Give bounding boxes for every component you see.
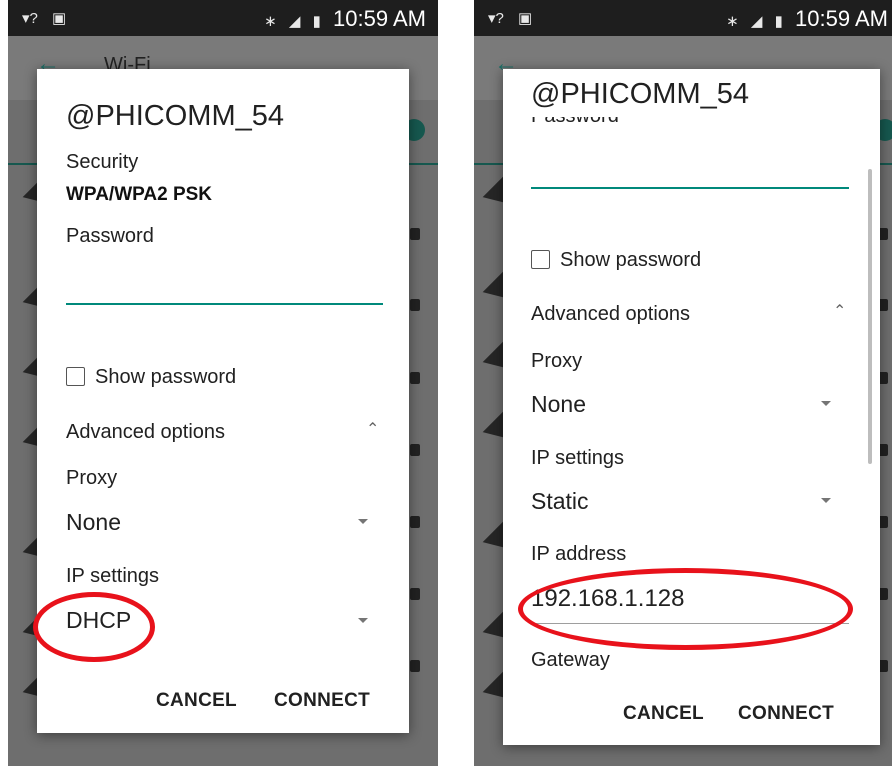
lock-icon [410, 372, 420, 384]
lock-icon [410, 516, 420, 528]
dropdown-caret-icon[interactable] [821, 498, 831, 503]
ip-address-label: IP address [531, 543, 627, 565]
connect-button[interactable]: CONNECT [738, 703, 834, 725]
password-input[interactable] [531, 145, 849, 179]
lock-icon [410, 299, 420, 311]
password-input[interactable] [66, 265, 383, 299]
advanced-options-label[interactable]: Advanced options [531, 303, 690, 326]
battery-charging-icon: ▮ [312, 13, 321, 30]
password-underline [531, 187, 849, 189]
highlight-circle [33, 592, 155, 662]
lock-icon [410, 228, 420, 240]
password-underline [66, 303, 383, 305]
chevron-up-icon[interactable]: ⌃ [833, 301, 846, 321]
wifi-connect-dialog: @PHICOMM_54 Password Show password Advan… [503, 69, 880, 745]
dialog-title: @PHICOMM_54 [531, 78, 749, 110]
lock-icon [410, 660, 420, 672]
wifi-connect-dialog: @PHICOMM_54 Security WPA/WPA2 PSK Passwo… [33, 69, 409, 733]
no-sim-icon: ◢ [288, 13, 301, 30]
dropdown-caret-icon[interactable] [358, 618, 368, 623]
chevron-up-icon[interactable]: ⌃ [366, 419, 379, 439]
gateway-label: Gateway [531, 649, 610, 671]
proxy-select[interactable]: None [531, 391, 586, 418]
dropdown-caret-icon[interactable] [358, 519, 368, 524]
no-sim-icon: ◢ [750, 13, 763, 30]
advanced-options-label[interactable]: Advanced options [66, 421, 225, 444]
clock: 10:59 AM [795, 6, 888, 31]
wifi-question-icon: ▾? [22, 10, 38, 27]
bluetooth-icon: ∗ [726, 13, 739, 30]
proxy-select[interactable]: None [66, 509, 121, 536]
security-label: Security [66, 151, 139, 173]
battery-charging-icon: ▮ [774, 13, 783, 30]
password-label: Password [531, 117, 619, 128]
connect-button[interactable]: CONNECT [274, 690, 370, 712]
image-icon: ▣ [518, 10, 533, 27]
right-screenshot: ▾? ▣ ∗ ◢ ▮ 10:59 AM ← @PHICOMM_54 Passwo… [474, 0, 892, 766]
cancel-button[interactable]: CANCEL [156, 690, 237, 712]
highlight-circle [518, 568, 853, 650]
status-bar: ▾? ▣ ∗ ◢ ▮ 10:59 AM [8, 0, 438, 36]
security-value: WPA/WPA2 PSK [66, 184, 213, 205]
password-label: Password [66, 225, 154, 247]
show-password-checkbox[interactable] [66, 367, 85, 386]
left-screenshot: ▾? ▣ ∗ ◢ ▮ 10:59 AM ← Wi-Fi @PHICOMM_54 … [8, 0, 438, 766]
lock-icon [410, 444, 420, 456]
ip-settings-label: IP settings [531, 447, 625, 469]
image-icon: ▣ [52, 10, 67, 27]
status-bar: ▾? ▣ ∗ ◢ ▮ 10:59 AM [474, 0, 892, 36]
dialog-title: @PHICOMM_54 [66, 100, 284, 132]
wifi-question-icon: ▾? [488, 10, 504, 27]
proxy-label: Proxy [66, 467, 118, 489]
proxy-label: Proxy [531, 350, 583, 372]
show-password-label[interactable]: Show password [560, 249, 701, 272]
lock-icon [410, 588, 420, 600]
clock: 10:59 AM [333, 6, 426, 31]
show-password-label[interactable]: Show password [95, 366, 236, 389]
dropdown-caret-icon[interactable] [821, 401, 831, 406]
ip-settings-select[interactable]: Static [531, 488, 589, 515]
cancel-button[interactable]: CANCEL [623, 703, 704, 725]
scrollbar[interactable] [868, 169, 872, 464]
bluetooth-icon: ∗ [264, 13, 277, 30]
show-password-checkbox[interactable] [531, 250, 550, 269]
ip-settings-label: IP settings [66, 565, 160, 587]
